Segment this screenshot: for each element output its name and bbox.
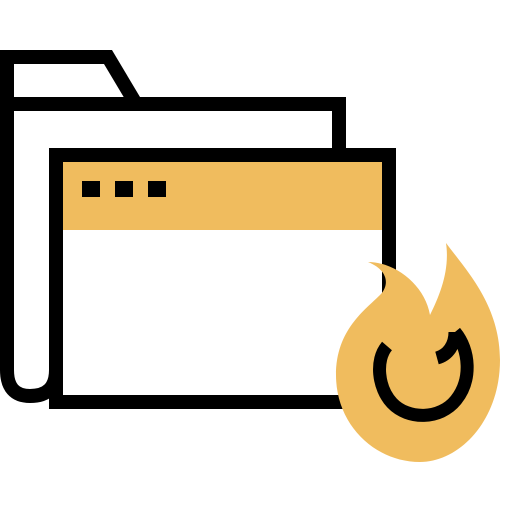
- title-dot-3: [148, 181, 166, 197]
- title-dot-1: [82, 181, 100, 197]
- folder-curl: [0, 104, 63, 403]
- title-dot-2: [115, 181, 133, 197]
- hot-folder-icon: [0, 50, 500, 462]
- browser-title-bar: [63, 162, 382, 230]
- icon-canvas: [0, 0, 512, 512]
